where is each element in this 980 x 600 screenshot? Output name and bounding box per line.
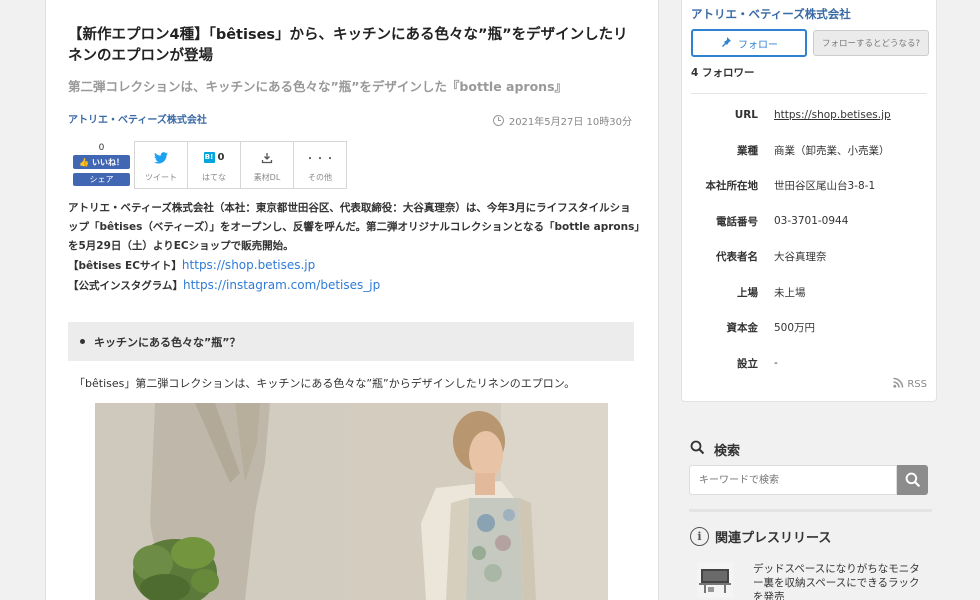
what-follow-button[interactable]: フォローするとどうなる?: [813, 30, 929, 56]
facebook-like-button[interactable]: 👍 いいね！: [73, 155, 130, 169]
table-of-contents: キッチンにある色々な”瓶”？: [68, 322, 634, 361]
search-form: [689, 465, 928, 495]
related-title: 関連プレスリリース: [715, 531, 832, 546]
info-key: 設立: [737, 357, 758, 370]
toc-item[interactable]: キッチンにある色々な”瓶”？: [94, 334, 240, 350]
info-row-industry: 業種 商業（卸売業、小売業）: [691, 133, 927, 169]
rss-icon: [893, 377, 904, 391]
search-icon: [690, 440, 705, 459]
more-label: その他: [308, 172, 332, 182]
publish-date: 2021年5月27日 10時30分: [492, 113, 632, 128]
info-value: 商業（卸売業、小売業）: [774, 144, 890, 157]
info-key: 本社所在地: [705, 180, 759, 193]
info-row-url: URL https://shop.betises.jp: [691, 97, 927, 133]
tweet-button[interactable]: ツイート: [134, 141, 188, 189]
more-icon: ・・・: [305, 154, 335, 165]
search-heading: 検索: [690, 440, 740, 459]
hatena-bookmark-icon: B!: [203, 152, 215, 163]
article-title: 【新作エプロン4種】「bêtises」から、キッチンにある色々な”瓶”をデザイン…: [68, 27, 628, 64]
info-value: -: [774, 357, 778, 370]
facebook-widget: 0 👍 いいね！ シェア: [73, 141, 130, 189]
info-row-representative: 代表者名 大谷真理奈: [691, 239, 927, 275]
divider: [689, 509, 932, 512]
publish-date-text: 2021年5月27日 10時30分: [508, 117, 632, 128]
company-card: アトリエ・ベティーズ株式会社 フォロー フォローするとどうなる? 4 フォロワー…: [681, 0, 937, 402]
search-input[interactable]: [689, 465, 897, 495]
thumbs-up-icon: 👍: [79, 157, 89, 167]
related-item[interactable]: デッドスペースになりがちなモニター裏を収納スペースにできるラックを発売: [697, 562, 923, 600]
clock-icon: [492, 115, 504, 126]
info-icon: i: [690, 527, 709, 546]
pin-icon: [720, 36, 732, 51]
search-submit-button[interactable]: [897, 465, 928, 495]
facebook-like-label: いいね！: [91, 157, 124, 167]
info-value: 未上場: [774, 286, 806, 299]
ec-site-link[interactable]: https://shop.betises.jp: [182, 258, 315, 272]
article-panel: 【新作エプロン4種】「bêtises」から、キッチンにある色々な”瓶”をデザイン…: [45, 0, 659, 600]
article-paragraph: アトリエ・ベティーズ株式会社（本社：東京都世田谷区、代表取締役：大谷真理奈）は、…: [68, 202, 640, 252]
info-row-listing: 上場 未上場: [691, 275, 927, 311]
follow-label: フォロー: [738, 39, 778, 51]
info-value: 03-3701-0944: [774, 215, 849, 228]
hatena-label: はてな: [202, 172, 226, 182]
info-key: URL: [734, 108, 758, 121]
material-download-label: 素材DL: [253, 172, 281, 182]
apron-photo-back: [95, 403, 351, 600]
info-row-phone: 電話番号 03-3701-0944: [691, 204, 927, 240]
info-key: 資本金: [726, 322, 759, 335]
info-key: 電話番号: [716, 215, 758, 228]
search-title: 検索: [714, 444, 741, 459]
info-value: 500万円: [774, 322, 816, 335]
instagram-link-row: 【公式インスタグラム】https://instagram.com/betises…: [68, 276, 640, 296]
lead-paragraph: 「bêtises」第二弾コレクションは、キッチンにある色々な”瓶”からデザインし…: [74, 377, 576, 390]
company-info: URL https://shop.betises.jp 業種 商業（卸売業、小売…: [691, 97, 927, 381]
info-key: 業種: [737, 144, 758, 157]
divider: [691, 93, 927, 94]
twitter-icon: [154, 148, 168, 168]
apron-photo-front: [351, 403, 608, 600]
info-key: 代表者名: [716, 251, 758, 264]
download-icon: [261, 148, 273, 168]
ec-site-link-row: 【bêtises ECサイト】https://shop.betises.jp: [68, 256, 640, 276]
related-heading: i 関連プレスリリース: [690, 527, 831, 546]
more-button[interactable]: ・・・ その他: [293, 141, 347, 189]
info-row-established: 設立 -: [691, 346, 927, 382]
info-key: 上場: [737, 286, 758, 299]
info-row-capital: 資本金 500万円: [691, 310, 927, 346]
hatena-count: 0: [217, 152, 225, 163]
related-thumbnail: [697, 562, 733, 598]
rss-link[interactable]: RSS: [893, 377, 927, 391]
hatena-button[interactable]: B! 0 はてな: [187, 141, 241, 189]
article-body: アトリエ・ベティーズ株式会社（本社：東京都世田谷区、代表取締役：大谷真理奈）は、…: [68, 199, 640, 296]
article-subtitle: 第二弾コレクションは、キッチンにある色々な”瓶”をデザインした『bottle a…: [68, 79, 568, 94]
info-row-address: 本社所在地 世田谷区尾山台3-8-1: [691, 168, 927, 204]
search-icon: [905, 472, 920, 488]
instagram-label: 【公式インスタグラム】: [68, 280, 183, 292]
company-link[interactable]: アトリエ・ベティーズ株式会社: [68, 111, 207, 126]
rss-label: RSS: [907, 378, 927, 390]
material-download-button[interactable]: 素材DL: [240, 141, 294, 189]
follow-button[interactable]: フォロー: [691, 29, 807, 57]
ec-site-label: 【bêtises ECサイト】: [68, 260, 182, 272]
facebook-share-button[interactable]: シェア: [73, 173, 130, 186]
info-value: 世田谷区尾山台3-8-1: [774, 180, 876, 193]
tweet-label: ツイート: [145, 172, 177, 182]
facebook-like-count: 0: [98, 143, 105, 153]
follower-count: 4 フォロワー: [691, 67, 755, 79]
info-value: 大谷真理奈: [774, 251, 827, 264]
share-bar: 0 👍 いいね！ シェア ツイート B! 0 はてな 素材DL ・・・ その他: [73, 141, 347, 189]
bullet-icon: [80, 339, 85, 344]
company-url-link[interactable]: https://shop.betises.jp: [774, 109, 891, 121]
related-title-text[interactable]: デッドスペースになりがちなモニター裏を収納スペースにできるラックを発売: [753, 562, 923, 600]
instagram-link[interactable]: https://instagram.com/betises_jp: [183, 278, 380, 292]
sidebar-company-link[interactable]: アトリエ・ベティーズ株式会社: [691, 6, 851, 22]
